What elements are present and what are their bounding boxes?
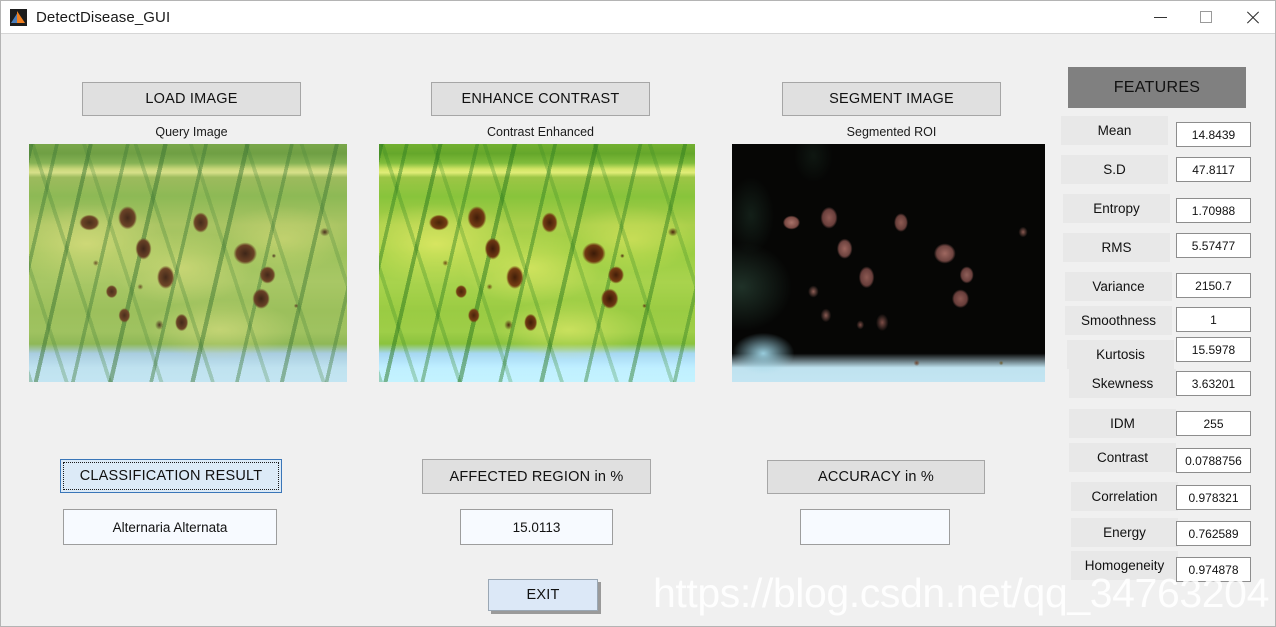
feature-value-idm[interactable]: 255	[1176, 411, 1251, 436]
segmented-roi-caption: Segmented ROI	[846, 125, 937, 139]
feature-label-skewness: Skewness	[1069, 369, 1176, 398]
minimize-button[interactable]	[1137, 1, 1183, 34]
title-bar: DetectDisease_GUI	[1, 1, 1275, 34]
feature-value-smoothness[interactable]: 1	[1176, 307, 1251, 332]
feature-label-variance: Variance	[1065, 272, 1172, 301]
accuracy-button[interactable]: ACCURACY in %	[767, 460, 985, 494]
contrast-enhanced-panel	[379, 144, 695, 382]
window-title: DetectDisease_GUI	[36, 8, 171, 26]
load-image-button[interactable]: LOAD IMAGE	[82, 82, 301, 116]
exit-button[interactable]: EXIT	[488, 579, 598, 611]
feature-label-energy: Energy	[1071, 518, 1178, 547]
feature-label-homogeneity: Homogeneity	[1071, 551, 1178, 580]
feature-label-kurtosis: Kurtosis	[1067, 340, 1174, 369]
query-image-panel	[29, 144, 347, 382]
maximize-button[interactable]	[1183, 1, 1229, 34]
feature-label-smoothness: Smoothness	[1065, 306, 1172, 335]
affected-region-field[interactable]: 15.0113	[460, 509, 613, 545]
contrast-enhanced-caption: Contrast Enhanced	[486, 125, 594, 139]
feature-label-correlation: Correlation	[1071, 482, 1178, 511]
close-button[interactable]	[1229, 1, 1275, 34]
feature-value-entropy[interactable]: 1.70988	[1176, 198, 1251, 223]
feature-value-correlation[interactable]: 0.978321	[1176, 485, 1251, 510]
feature-label-idm: IDM	[1069, 409, 1176, 438]
window-controls	[1137, 1, 1275, 34]
minimize-icon	[1153, 16, 1167, 18]
segment-image-button[interactable]: SEGMENT IMAGE	[782, 82, 1001, 116]
close-icon	[1245, 10, 1260, 25]
feature-value-homogeneity[interactable]: 0.974878	[1176, 557, 1251, 582]
feature-value-kurtosis[interactable]: 15.5978	[1176, 337, 1251, 362]
segmented-roi-image	[732, 144, 1045, 382]
feature-value-variance[interactable]: 2150.7	[1176, 273, 1251, 298]
feature-label-rms: RMS	[1063, 233, 1170, 262]
query-image-caption: Query Image	[155, 125, 228, 139]
feature-value-contrast[interactable]: 0.0788756	[1176, 448, 1251, 473]
contrast-enhanced-image	[379, 144, 695, 382]
affected-region-button[interactable]: AFFECTED REGION in %	[422, 459, 651, 494]
feature-label-sd: S.D	[1061, 155, 1168, 184]
maximize-icon	[1200, 11, 1212, 23]
feature-label-entropy: Entropy	[1063, 194, 1170, 223]
application-window: DetectDisease_GUI LOAD IMAGE Query Image…	[0, 0, 1276, 627]
feature-value-skewness[interactable]: 3.63201	[1176, 371, 1251, 396]
segmented-roi-panel	[732, 144, 1045, 382]
feature-value-rms[interactable]: 5.57477	[1176, 233, 1251, 258]
matlab-icon	[10, 8, 27, 26]
features-header: FEATURES	[1068, 67, 1246, 108]
classification-result-label: CLASSIFICATION RESULT	[79, 468, 263, 484]
feature-label-mean: Mean	[1061, 116, 1168, 145]
feature-value-energy[interactable]: 0.762589	[1176, 521, 1251, 546]
feature-label-contrast: Contrast	[1069, 443, 1176, 472]
query-image	[29, 144, 347, 382]
feature-value-sd[interactable]: 47.8117	[1176, 157, 1251, 182]
enhance-contrast-button[interactable]: ENHANCE CONTRAST	[431, 82, 650, 116]
classification-result-button[interactable]: CLASSIFICATION RESULT	[60, 459, 282, 493]
feature-value-mean[interactable]: 14.8439	[1176, 122, 1251, 147]
accuracy-field[interactable]	[800, 509, 950, 545]
classification-result-field[interactable]: Alternaria Alternata	[63, 509, 277, 545]
